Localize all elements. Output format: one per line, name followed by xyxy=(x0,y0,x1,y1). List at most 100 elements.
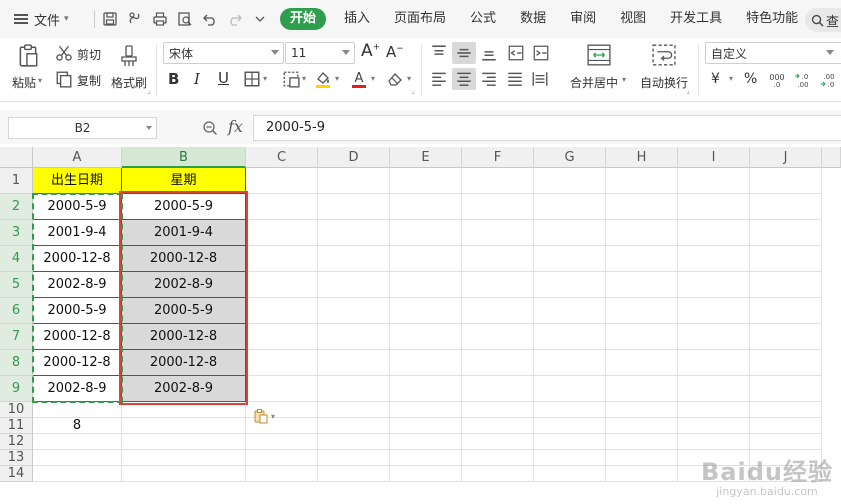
cell-h9[interactable] xyxy=(606,376,678,402)
cell-b9[interactable]: 2002-8-9 xyxy=(122,376,246,402)
export-pdf-icon[interactable] xyxy=(122,7,147,31)
cell-g7[interactable] xyxy=(534,324,606,350)
align-center-icon[interactable] xyxy=(452,68,476,90)
cell-h7[interactable] xyxy=(606,324,678,350)
cell-d2[interactable] xyxy=(318,194,390,220)
paste-options-button[interactable]: ▾ xyxy=(253,408,275,424)
tab-home[interactable]: 开始 xyxy=(280,8,327,30)
cell-d9[interactable] xyxy=(318,376,390,402)
row-header-6[interactable]: 6 xyxy=(0,298,33,324)
cell-e6[interactable] xyxy=(390,298,462,324)
cell-j1[interactable] xyxy=(750,168,822,194)
row-header-8[interactable]: 8 xyxy=(0,350,33,376)
redo-icon[interactable] xyxy=(222,7,247,31)
clear-format-icon[interactable] xyxy=(385,69,405,89)
cell-e3[interactable] xyxy=(390,220,462,246)
chevron-down-icon[interactable]: ▾ xyxy=(335,74,339,83)
cell-c7[interactable] xyxy=(246,324,318,350)
column-header-f[interactable]: F xyxy=(462,147,534,168)
cell-c1[interactable] xyxy=(246,168,318,194)
cell-e1[interactable] xyxy=(390,168,462,194)
cell-j9[interactable] xyxy=(750,376,822,402)
cell-f8[interactable] xyxy=(462,350,534,376)
chevron-down-icon[interactable]: ▾ xyxy=(371,74,375,83)
column-header-e[interactable]: E xyxy=(390,147,462,168)
increase-font-size-icon[interactable]: A+ xyxy=(361,41,380,61)
cell-e2[interactable] xyxy=(390,194,462,220)
cell-f7[interactable] xyxy=(462,324,534,350)
cell-h13[interactable] xyxy=(606,450,678,466)
cell-i6[interactable] xyxy=(678,298,750,324)
cell-g12[interactable] xyxy=(534,434,606,450)
cell-h11[interactable] xyxy=(606,418,678,434)
cell-a4[interactable]: 2000-12-8 xyxy=(33,246,122,272)
cell-j5[interactable] xyxy=(750,272,822,298)
tab-data[interactable]: 数据 xyxy=(508,8,558,30)
font-color-icon[interactable]: A xyxy=(349,68,369,90)
merge-center-label[interactable]: 合并居中 xyxy=(570,74,618,91)
cell-d8[interactable] xyxy=(318,350,390,376)
borders-icon[interactable] xyxy=(243,70,261,88)
cell-a1[interactable]: 出生日期 xyxy=(33,168,122,194)
cell-e10[interactable] xyxy=(390,402,462,418)
tab-page-layout[interactable]: 页面布局 xyxy=(382,8,458,30)
cell-f14[interactable] xyxy=(462,466,534,482)
cell-b14[interactable] xyxy=(122,466,246,482)
align-right-icon[interactable] xyxy=(478,68,500,90)
cell-g2[interactable] xyxy=(534,194,606,220)
cell-h8[interactable] xyxy=(606,350,678,376)
cell-h1[interactable] xyxy=(606,168,678,194)
fill-color-icon[interactable] xyxy=(313,68,333,90)
cell-f12[interactable] xyxy=(462,434,534,450)
cell-g14[interactable] xyxy=(534,466,606,482)
cell-d3[interactable] xyxy=(318,220,390,246)
chevron-down-icon[interactable]: ▾ xyxy=(407,74,411,83)
paste-label[interactable]: 粘贴 xyxy=(12,74,36,91)
cell-j12[interactable] xyxy=(750,434,822,450)
cell-f4[interactable] xyxy=(462,246,534,272)
cell-c14[interactable] xyxy=(246,466,318,482)
increase-indent-icon[interactable] xyxy=(530,42,552,64)
cell-c8[interactable] xyxy=(246,350,318,376)
cell-d12[interactable] xyxy=(318,434,390,450)
cell-i3[interactable] xyxy=(678,220,750,246)
cell-a9[interactable]: 2002-8-9 xyxy=(33,376,122,402)
row-header-2[interactable]: 2 xyxy=(0,194,33,220)
decrease-font-size-icon[interactable]: A− xyxy=(386,43,404,61)
cell-g6[interactable] xyxy=(534,298,606,324)
cell-j7[interactable] xyxy=(750,324,822,350)
cell-g9[interactable] xyxy=(534,376,606,402)
cell-j3[interactable] xyxy=(750,220,822,246)
cell-d4[interactable] xyxy=(318,246,390,272)
underline-button[interactable]: U xyxy=(218,69,229,87)
tab-insert[interactable]: 插入 xyxy=(332,8,382,30)
cell-d5[interactable] xyxy=(318,272,390,298)
row-header-3[interactable]: 3 xyxy=(0,220,33,246)
cell-b7[interactable]: 2000-12-8 xyxy=(122,324,246,350)
cell-g3[interactable] xyxy=(534,220,606,246)
cell-a3[interactable]: 2001-9-4 xyxy=(33,220,122,246)
cell-c6[interactable] xyxy=(246,298,318,324)
cell-h12[interactable] xyxy=(606,434,678,450)
increase-decimal-icon[interactable]: .0.00 xyxy=(792,70,814,90)
thousands-separator-icon[interactable]: 000.0 xyxy=(766,70,788,90)
cell-d14[interactable] xyxy=(318,466,390,482)
cell-g11[interactable] xyxy=(534,418,606,434)
distributed-align-icon[interactable] xyxy=(529,68,551,90)
select-all-corner[interactable] xyxy=(0,147,33,168)
cell-f6[interactable] xyxy=(462,298,534,324)
cell-j4[interactable] xyxy=(750,246,822,272)
tab-review[interactable]: 审阅 xyxy=(558,8,608,30)
row-header-9[interactable]: 9 xyxy=(0,376,33,402)
font-size-select[interactable]: 11 xyxy=(285,42,355,64)
row-header-11[interactable]: 11 xyxy=(0,418,33,434)
cell-j10[interactable] xyxy=(750,402,822,418)
cell-e8[interactable] xyxy=(390,350,462,376)
cell-a12[interactable] xyxy=(33,434,122,450)
cell-d7[interactable] xyxy=(318,324,390,350)
tab-view[interactable]: 视图 xyxy=(608,8,658,30)
cell-g1[interactable] xyxy=(534,168,606,194)
insert-function-button[interactable]: fx xyxy=(228,117,243,136)
cell-d11[interactable] xyxy=(318,418,390,434)
paste-dropdown-icon[interactable]: ▾ xyxy=(38,76,42,85)
